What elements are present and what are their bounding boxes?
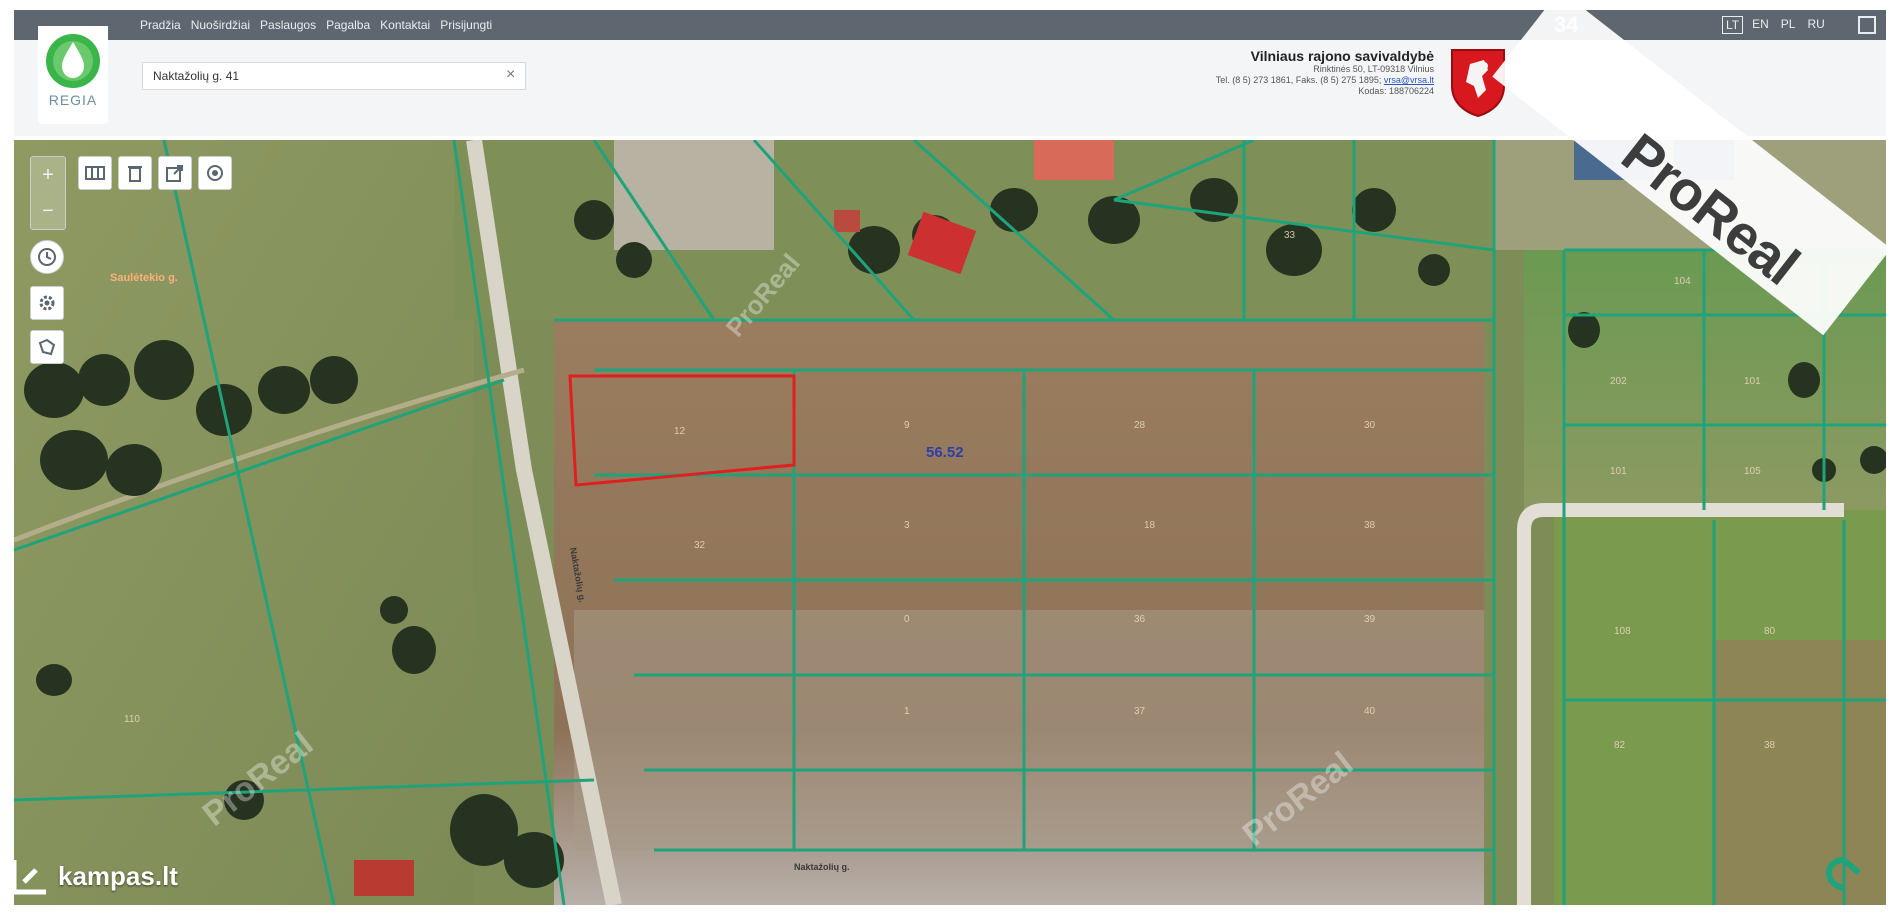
menu-item-help[interactable]: Pagalba — [326, 18, 370, 32]
target-icon — [207, 165, 223, 181]
history-button[interactable] — [30, 240, 64, 274]
plot-number: 0 — [904, 614, 910, 625]
menu-item-2[interactable]: Nuoširdžiai — [191, 18, 250, 32]
settings-button[interactable] — [30, 286, 64, 320]
plot-number: 12 — [674, 426, 686, 437]
plot-number: 80 — [1764, 626, 1776, 637]
plot-number: 38 — [1764, 740, 1776, 751]
plot-number: 18 — [1144, 520, 1156, 531]
plot-number: 33 — [1284, 230, 1296, 241]
municipality-email-link[interactable]: vrsa@vrsa.lt — [1384, 75, 1434, 85]
orthophoto-map[interactable] — [14, 140, 1886, 905]
plot-number: 1 — [904, 706, 910, 717]
plot-number: 105 — [1744, 466, 1761, 477]
plot-number: 39 — [1364, 614, 1376, 625]
plot-number: 38 — [1364, 520, 1376, 531]
plot-number: 3 — [904, 520, 910, 531]
polygon-icon — [38, 338, 56, 356]
municipality-phone: Tel. (8 5) 273 1861, Faks. (8 5) 275 189… — [1215, 75, 1384, 85]
menu-item-services[interactable]: Paslaugos — [260, 18, 316, 32]
regia-drop-icon — [46, 34, 100, 88]
street-label-bottom: Naktažolių g. — [794, 862, 850, 872]
street-label-top: Saulėtekio g. — [110, 272, 178, 284]
plot-number: 101 — [1744, 376, 1761, 387]
regia-logo[interactable]: REGIA — [38, 26, 108, 124]
municipality-title: Vilniaus rajono savivaldybė — [1250, 48, 1434, 64]
language-switcher: LT EN PL RU — [1722, 16, 1828, 34]
municipality-address: Rinktinės 50, LT-09318 Vilnius — [1313, 64, 1434, 74]
plot-number: 30 — [1364, 420, 1376, 431]
kampas-logo-icon — [11, 860, 46, 895]
plot-number: 202 — [1610, 376, 1627, 387]
menu-item-home[interactable]: Pradžia — [140, 18, 181, 32]
zoom-in-button[interactable]: + — [31, 157, 65, 193]
language-en[interactable]: EN — [1749, 16, 1772, 34]
export-button[interactable] — [158, 156, 192, 190]
building — [354, 860, 414, 896]
plot-number: 32 — [694, 540, 706, 551]
logo-text: REGIA — [48, 92, 98, 108]
plot-number: 104 — [1674, 276, 1691, 287]
clock-icon — [38, 248, 56, 266]
building — [1034, 140, 1114, 180]
plot-number: 40 — [1364, 706, 1376, 717]
plot-number: 36 — [1134, 614, 1146, 625]
language-ru[interactable]: RU — [1804, 16, 1827, 34]
gear-icon — [39, 295, 55, 311]
zoom-control: + − — [30, 156, 66, 230]
plot-number: 9 — [904, 420, 910, 431]
plot-number: 28 — [1134, 420, 1146, 431]
plot-number: 101 — [1610, 466, 1627, 477]
locate-button[interactable] — [198, 156, 232, 190]
main-menu: Pradžia Nuoširdžiai Paslaugos Pagalba Ko… — [140, 18, 492, 32]
maximize-icon[interactable] — [1858, 16, 1876, 34]
building — [834, 210, 860, 232]
plot-number: 37 — [1134, 706, 1146, 717]
municipality-code: Kodas: 188706224 — [1358, 86, 1434, 96]
kampas-watermark: kampas.lt — [10, 856, 178, 896]
kampas-text: kampas.lt — [58, 860, 178, 891]
menu-item-contacts[interactable]: Kontaktai — [380, 18, 430, 32]
language-lt[interactable]: LT — [1722, 16, 1744, 34]
trash-icon — [128, 166, 142, 182]
municipality-info: Vilniaus rajono savivaldybė Rinktinės 50… — [1054, 48, 1434, 97]
menu-item-login[interactable]: Prisijungti — [440, 18, 492, 32]
municipality-contacts: Tel. (8 5) 273 1861, Faks. (8 5) 275 189… — [1054, 75, 1434, 86]
plot-number: 82 — [1614, 740, 1626, 751]
zoom-out-button[interactable]: − — [31, 193, 65, 229]
language-pl[interactable]: PL — [1778, 16, 1799, 34]
export-icon — [166, 165, 183, 182]
area-label: 56.52 — [926, 444, 964, 461]
print-button[interactable] — [118, 156, 152, 190]
clear-search-icon[interactable]: × — [506, 66, 515, 84]
map-view[interactable]: + − Saulėtekio g. Naktažolių g. Naktažol… — [14, 140, 1886, 905]
address-search-input[interactable] — [142, 62, 526, 90]
layers-button[interactable] — [78, 156, 112, 190]
plot-number: 110 — [124, 714, 140, 725]
measure-button[interactable] — [30, 330, 64, 364]
plot-number: 108 — [1614, 626, 1631, 637]
map-icon — [85, 166, 105, 180]
